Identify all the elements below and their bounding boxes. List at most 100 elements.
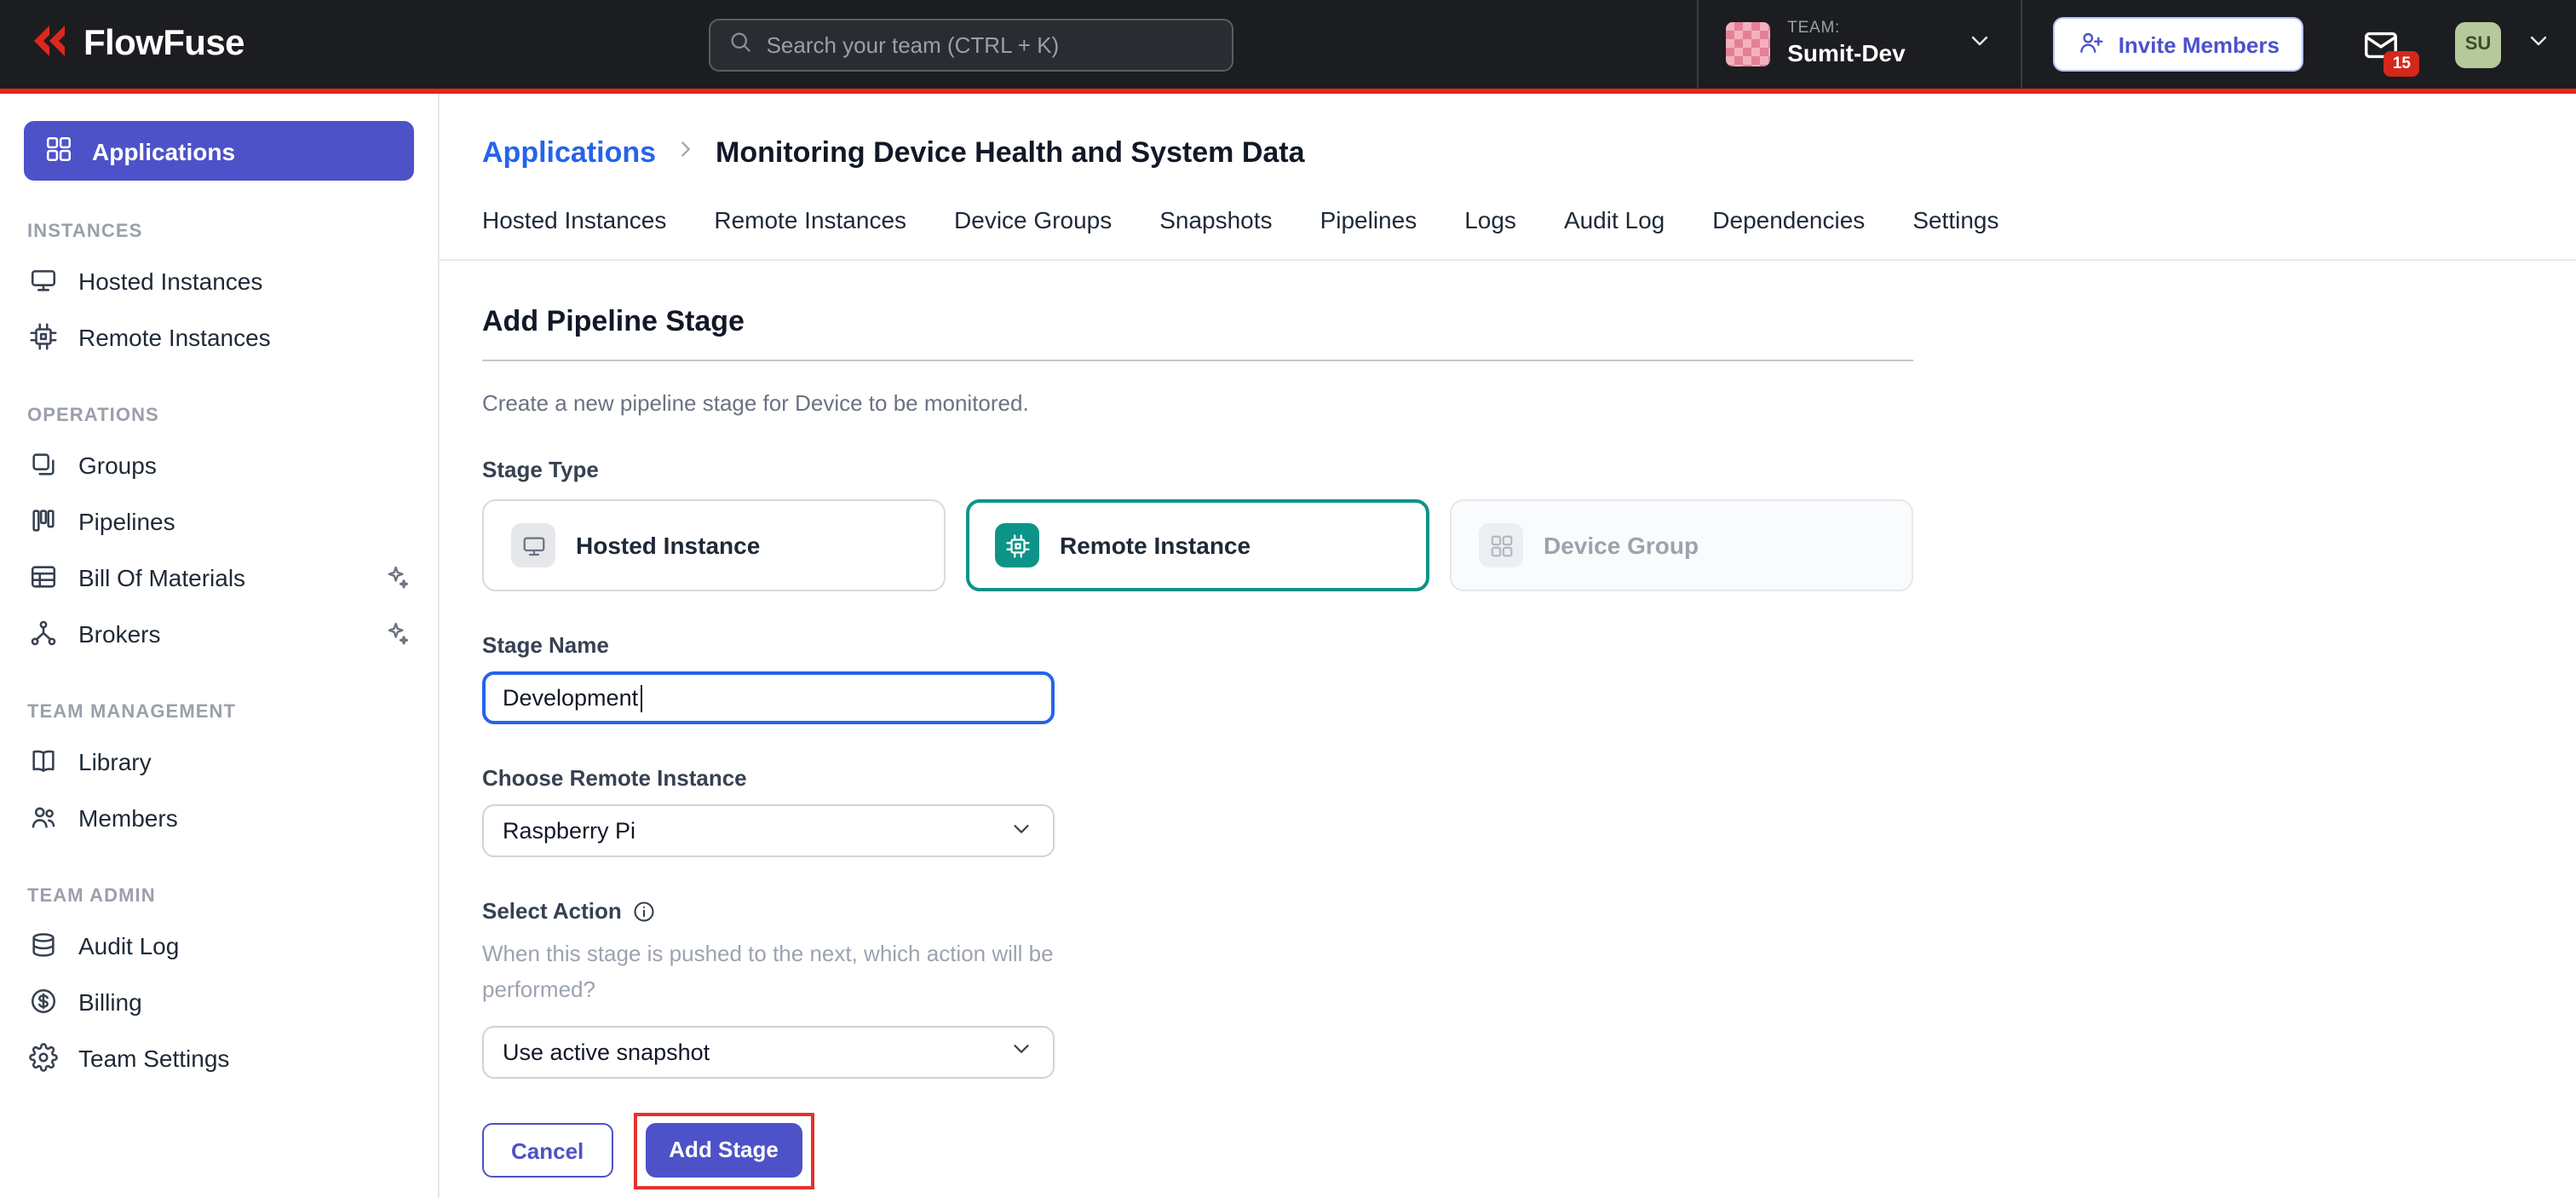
flowfuse-logo-icon	[27, 20, 68, 69]
remote-instance-selected-value: Raspberry Pi	[503, 818, 635, 844]
search-icon	[727, 29, 753, 60]
main-content: Applications Monitoring Device Health an…	[440, 94, 2576, 1198]
tab-snapshots[interactable]: Snapshots	[1159, 206, 1272, 233]
sparkles-icon	[383, 563, 411, 590]
team-label: TEAM:	[1787, 21, 1905, 40]
groups-icon	[29, 450, 58, 479]
flowfuse-logo[interactable]: FlowFuse	[27, 20, 244, 69]
add-pipeline-stage-form: Add Pipeline Stage Create a new pipeline…	[440, 261, 2576, 1189]
tab-dependencies[interactable]: Dependencies	[1712, 206, 1865, 233]
stage-name-value: Development	[503, 685, 638, 711]
sidebar-item-hosted-instances[interactable]: Hosted Instances	[0, 252, 438, 308]
team-meta: TEAM: Sumit-Dev	[1787, 21, 1905, 67]
user-avatar[interactable]: SU	[2455, 21, 2501, 67]
sidebar-item-label: Audit Log	[78, 931, 179, 959]
title-divider	[482, 360, 1913, 361]
text-cursor	[640, 684, 642, 711]
action-selected-value: Use active snapshot	[503, 1039, 710, 1064]
chevron-down-icon	[1009, 1036, 1034, 1067]
breadcrumb-applications-link[interactable]: Applications	[482, 136, 656, 170]
sidebar-item-bill-of-materials[interactable]: Bill Of Materials	[0, 549, 438, 605]
sidebar-item-members[interactable]: Members	[0, 789, 438, 845]
tab-device-groups[interactable]: Device Groups	[954, 206, 1112, 233]
audit-log-icon	[29, 930, 58, 959]
user-plus-icon	[2078, 28, 2105, 60]
stage-name-input[interactable]: Development	[482, 671, 1055, 724]
stage-type-options: Hosted Instance Remote Instance	[482, 499, 1913, 591]
tab-logs[interactable]: Logs	[1464, 206, 1516, 233]
add-stage-button[interactable]: Add Stage	[645, 1122, 802, 1177]
search-input[interactable]: Search your team (CTRL + K)	[709, 18, 1233, 71]
sidebar-item-team-settings[interactable]: Team Settings	[0, 1029, 438, 1086]
stage-type-label: Stage Type	[482, 457, 1913, 482]
sidebar-item-brokers[interactable]: Brokers	[0, 605, 438, 661]
stage-type-hosted-instance[interactable]: Hosted Instance	[482, 499, 946, 591]
select-action-label-text: Select Action	[482, 898, 622, 924]
brand-name: FlowFuse	[83, 24, 244, 65]
bill-of-materials-icon	[29, 562, 58, 591]
sidebar-item-label: Remote Instances	[78, 323, 271, 350]
hosted-instances-icon	[29, 266, 58, 295]
tab-remote-instances[interactable]: Remote Instances	[714, 206, 906, 233]
top-navbar: FlowFuse Search your team (CTRL + K) TEA…	[0, 0, 2576, 94]
team-name: Sumit-Dev	[1787, 40, 1905, 67]
info-icon[interactable]	[632, 899, 656, 923]
sidebar: Applications INSTANCES Hosted Instances …	[0, 94, 440, 1198]
select-action-help-text: When this stage is pushed to the next, w…	[482, 937, 1082, 1008]
notifications-button[interactable]: 15	[2361, 25, 2401, 64]
app-shell: Applications INSTANCES Hosted Instances …	[0, 94, 2576, 1198]
sidebar-item-applications[interactable]: Applications	[24, 121, 414, 181]
sidebar-item-label: Pipelines	[78, 507, 175, 534]
form-description: Create a new pipeline stage for Device t…	[482, 390, 1913, 416]
action-select[interactable]: Use active snapshot	[482, 1025, 1055, 1078]
sidebar-item-label: Bill Of Materials	[78, 563, 245, 590]
search-placeholder: Search your team (CTRL + K)	[767, 32, 1060, 57]
form-title: Add Pipeline Stage	[482, 305, 1913, 360]
remote-instance-select[interactable]: Raspberry Pi	[482, 804, 1055, 857]
stage-type-label: Remote Instance	[1060, 532, 1251, 559]
sidebar-item-audit-log[interactable]: Audit Log	[0, 917, 438, 973]
sidebar-item-groups[interactable]: Groups	[0, 436, 438, 492]
cancel-button[interactable]: Cancel	[482, 1123, 612, 1178]
team-chevron-down-icon	[1967, 26, 1994, 62]
user-avatar-initials: SU	[2465, 34, 2492, 55]
sidebar-item-label: Billing	[78, 988, 142, 1015]
stage-type-label: Device Group	[1544, 532, 1699, 559]
tab-hosted-instances[interactable]: Hosted Instances	[482, 206, 666, 233]
sidebar-section-team-management: TEAM MANAGEMENT	[27, 702, 411, 723]
user-menu-chevron-down-icon[interactable]	[2525, 26, 2552, 62]
sidebar-section-operations: OPERATIONS	[27, 406, 411, 426]
sidebar-item-library[interactable]: Library	[0, 733, 438, 789]
sidebar-item-pipelines[interactable]: Pipelines	[0, 492, 438, 549]
chevron-down-icon	[1009, 815, 1034, 846]
sidebar-section-team-admin: TEAM ADMIN	[27, 886, 411, 907]
breadcrumb-chevron-right-icon	[673, 136, 699, 170]
sidebar-item-label: Brokers	[78, 619, 160, 647]
team-selector[interactable]: TEAM: Sumit-Dev	[1697, 0, 2022, 89]
select-action-label: Select Action	[482, 898, 1913, 924]
sidebar-item-label: Team Settings	[78, 1044, 229, 1071]
sidebar-item-label: Groups	[78, 451, 157, 478]
stage-name-label: Stage Name	[482, 632, 1913, 658]
device-group-icon	[1479, 523, 1523, 567]
remote-instances-icon	[29, 322, 58, 351]
applications-icon	[44, 134, 73, 168]
form-buttons: Cancel Add Stage	[482, 1112, 1913, 1189]
tab-audit-log[interactable]: Audit Log	[1564, 206, 1665, 233]
sidebar-item-label: Applications	[92, 137, 235, 164]
brokers-icon	[29, 619, 58, 648]
invite-members-button[interactable]: Invite Members	[2054, 17, 2303, 72]
tab-pipelines[interactable]: Pipelines	[1320, 206, 1417, 233]
tab-settings[interactable]: Settings	[1912, 206, 1998, 233]
sidebar-item-billing[interactable]: Billing	[0, 973, 438, 1029]
notification-count-badge: 15	[2384, 50, 2419, 76]
choose-remote-instance-label: Choose Remote Instance	[482, 765, 1913, 791]
stage-type-remote-instance[interactable]: Remote Instance	[966, 499, 1429, 591]
sidebar-item-label: Members	[78, 803, 178, 831]
library-icon	[29, 746, 58, 775]
sidebar-item-label: Hosted Instances	[78, 267, 262, 294]
sparkles-icon	[383, 619, 411, 647]
sidebar-item-remote-instances[interactable]: Remote Instances	[0, 308, 438, 365]
hosted-instance-icon	[511, 523, 555, 567]
flowfuse-app: FlowFuse Search your team (CTRL + K) TEA…	[0, 0, 2576, 1198]
